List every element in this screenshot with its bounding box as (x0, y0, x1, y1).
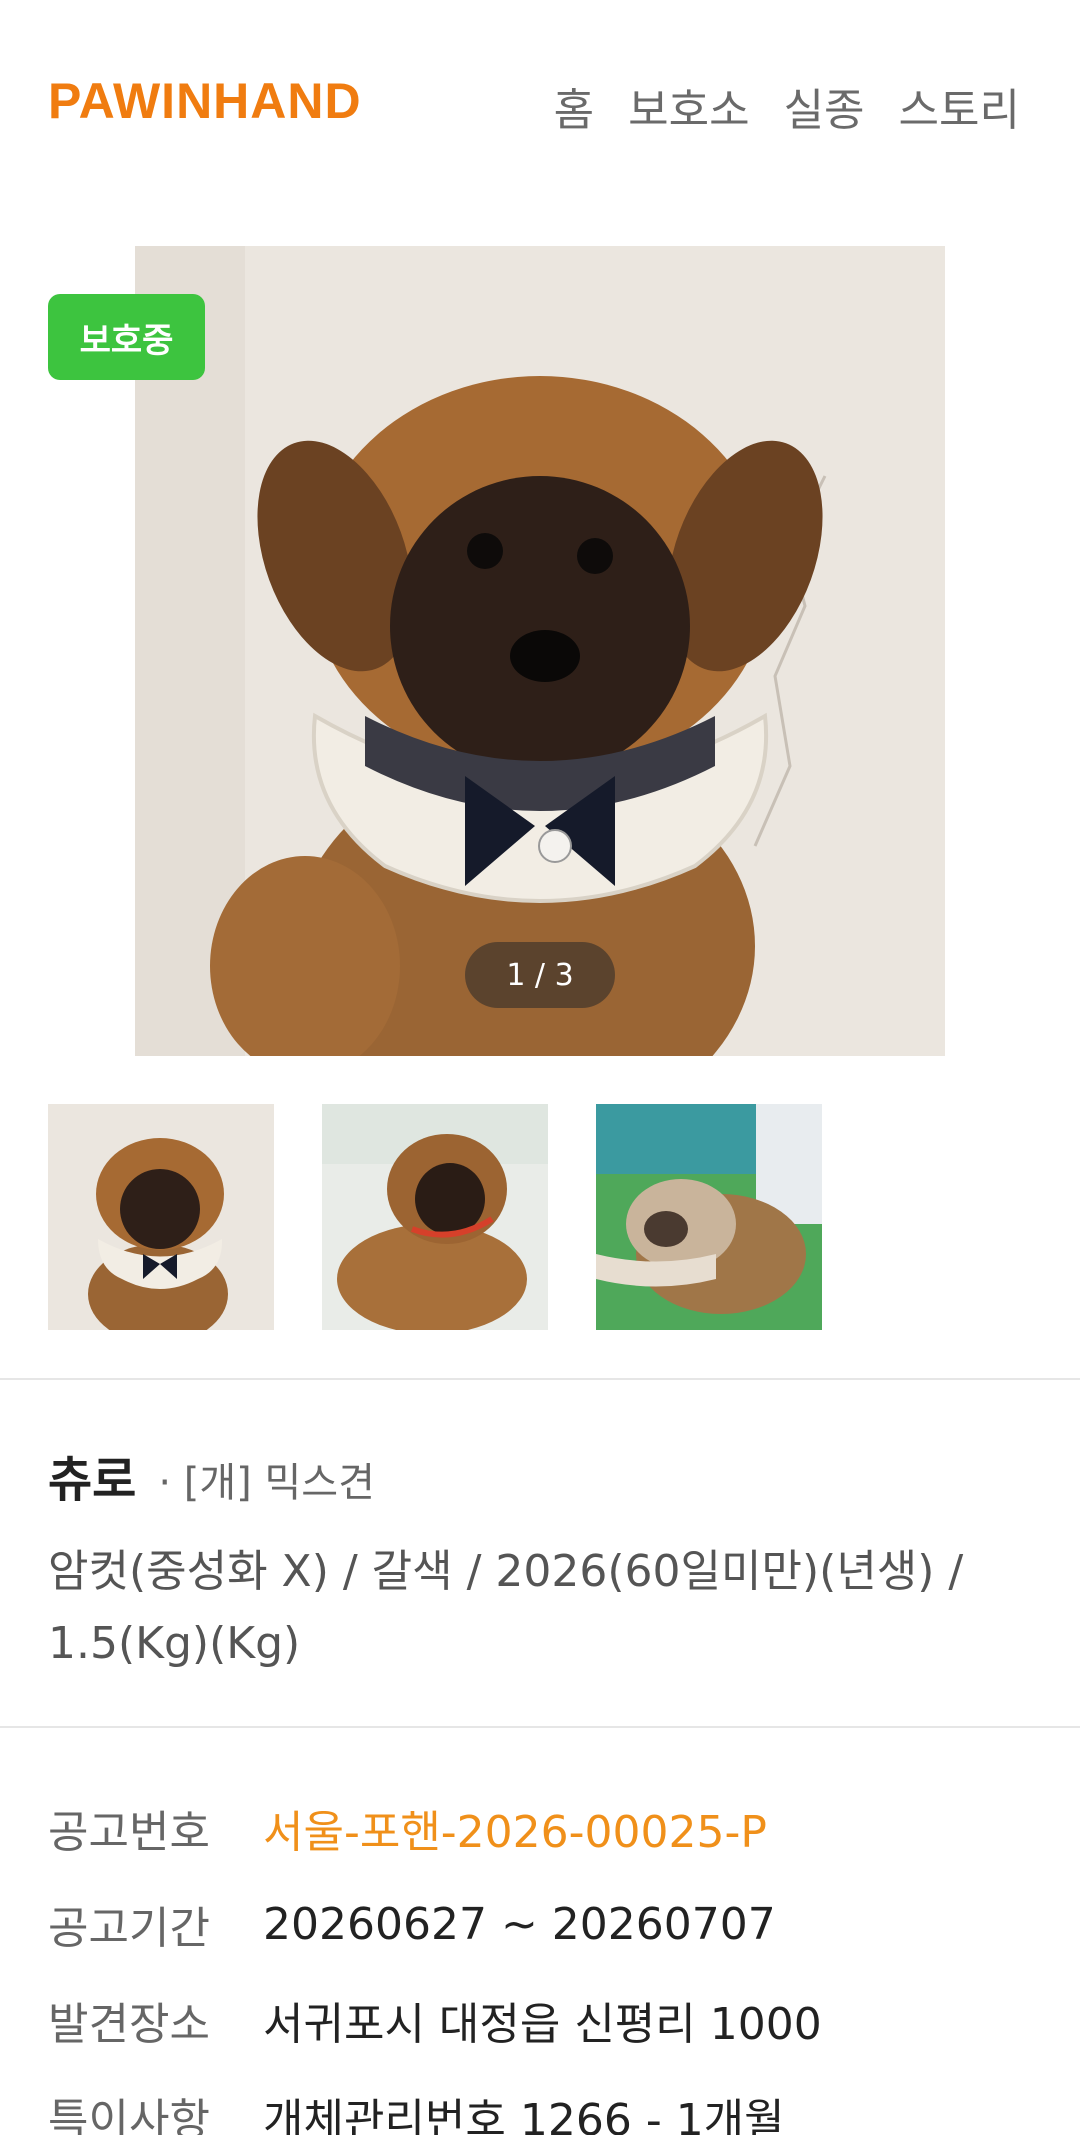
thumbnail-1-image (48, 1104, 274, 1330)
pet-title: 츄로 · [개] 믹스견 (48, 1440, 375, 1510)
section-divider (0, 1726, 1080, 1728)
notice-period-value: 20260627 ~ 20260707 (263, 1898, 776, 1950)
detail-label: 공고번호 (48, 1807, 210, 1858)
pet-breed: · [개] 믹스견 (158, 1460, 375, 1506)
main-nav: 홈 보호소 실종 스토리 (554, 74, 1020, 138)
notice-number-value: 서울-포핸-2026-00025-P (263, 1807, 767, 1858)
thumbnail-1[interactable] (48, 1104, 274, 1330)
status-badge: 보호중 (48, 294, 205, 380)
thumbnail-2[interactable] (322, 1104, 548, 1330)
main-photo[interactable] (135, 246, 945, 1056)
nav-story[interactable]: 스토리 (899, 74, 1020, 138)
image-counter: 1 / 3 (465, 942, 615, 1008)
section-divider (0, 1378, 1080, 1380)
detail-row-special-notes: 특이사항 개체관리번호 1266 - 1개월 (48, 2068, 822, 2135)
nav-home[interactable]: 홈 (554, 74, 594, 138)
nav-shelter[interactable]: 보호소 (628, 74, 749, 138)
nav-missing[interactable]: 실종 (784, 74, 865, 138)
pet-description: 암컷(중성화 X) / 갈색 / 2026(60일미만)(년생) / 1.5(K… (48, 1546, 964, 1669)
puppy-photo (135, 246, 945, 1056)
thumbnail-2-image (322, 1104, 548, 1330)
detail-label: 발견장소 (48, 1999, 210, 2050)
pet-name: 츄로 (48, 1452, 137, 1508)
thumbnail-3[interactable] (596, 1104, 822, 1330)
thumbnail-strip (48, 1104, 822, 1330)
notice-details: 공고번호 서울-포핸-2026-00025-P 공고기간 20260627 ~ … (48, 1780, 822, 2135)
detail-row-notice-number: 공고번호 서울-포핸-2026-00025-P (48, 1780, 822, 1876)
detail-label: 특이사항 (48, 2095, 210, 2135)
special-notes-value: 개체관리번호 1266 - 1개월 (263, 2095, 785, 2135)
app-header: PAWINHAND 홈 보호소 실종 스토리 (0, 0, 1080, 200)
thumbnail-3-image (596, 1104, 822, 1330)
detail-row-found-location: 발견장소 서귀포시 대정읍 신평리 1000 (48, 1972, 822, 2068)
logo[interactable]: PAWINHAND (48, 72, 362, 130)
found-location-value: 서귀포시 대정읍 신평리 1000 (263, 1999, 822, 2050)
detail-row-notice-period: 공고기간 20260627 ~ 20260707 (48, 1876, 822, 1972)
detail-label: 공고기간 (48, 1903, 210, 1954)
